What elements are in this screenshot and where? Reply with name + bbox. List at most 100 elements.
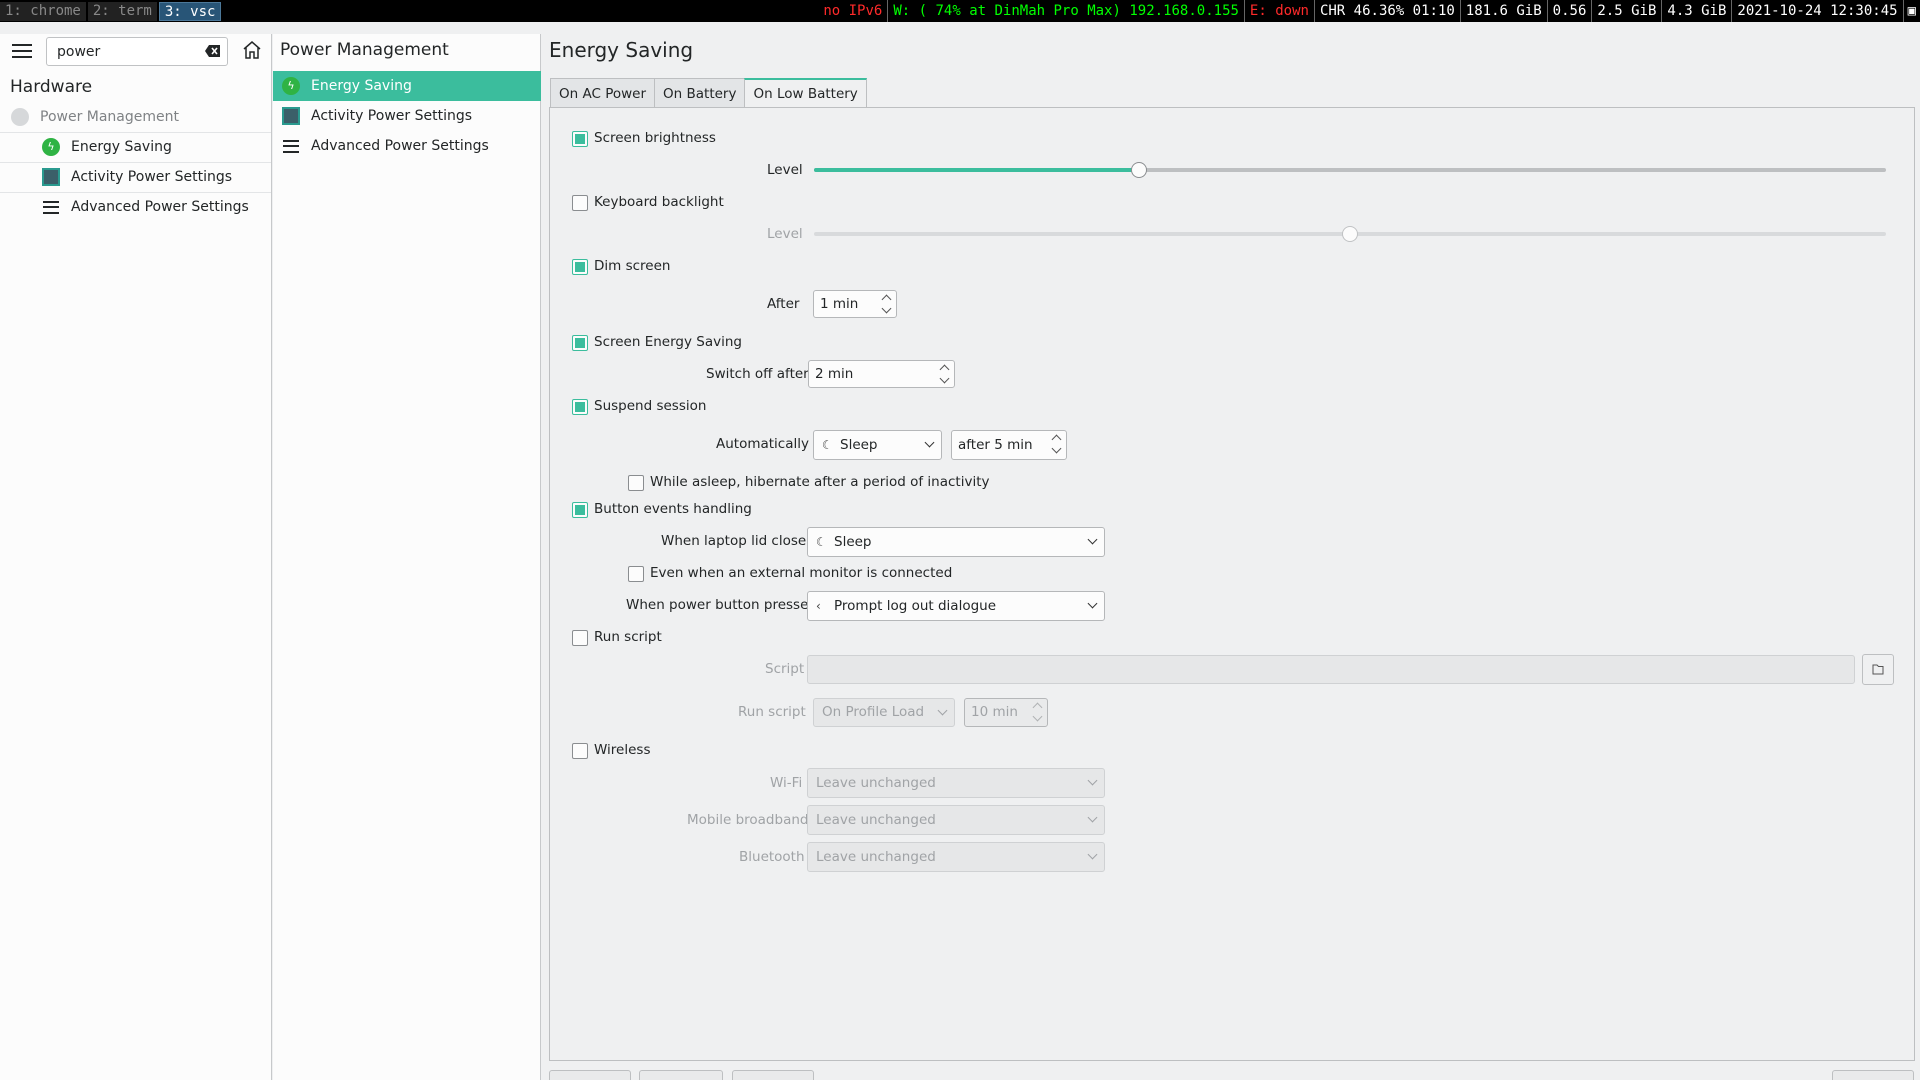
module-item-activity-power[interactable]: Activity Power Settings — [273, 101, 541, 131]
script-path-field[interactable] — [807, 655, 1855, 684]
run-script-label: Run script — [594, 629, 662, 645]
clear-search-icon[interactable] — [204, 43, 222, 59]
sidebar-item-label: Activity Power Settings — [71, 169, 233, 185]
module-item-label: Energy Saving — [311, 78, 412, 94]
status-info: no IPv6 W: ( 74% at DinMah Pro Max) 192.… — [818, 0, 1920, 22]
slider-handle[interactable] — [1131, 162, 1147, 178]
wireless-checkbox[interactable] — [572, 743, 588, 759]
home-icon[interactable] — [240, 38, 264, 62]
apply-button[interactable] — [1832, 1070, 1914, 1080]
keyboard-backlight-slider[interactable] — [814, 226, 1886, 242]
button-events-checkbox[interactable] — [572, 502, 588, 518]
slider-fill — [814, 168, 1139, 172]
spinbox-arrows[interactable] — [882, 294, 892, 314]
tab-battery[interactable]: On Battery — [654, 78, 746, 108]
module-list — [273, 34, 541, 1080]
sidebar-item-energy-saving[interactable]: ϟ Energy Saving — [0, 132, 271, 162]
list-icon — [43, 200, 59, 214]
spinbox-arrows[interactable] — [940, 364, 950, 384]
module-item-advanced-power[interactable]: Advanced Power Settings — [273, 131, 541, 161]
external-monitor-checkbox[interactable] — [628, 566, 644, 582]
status-bar: 1: chrome 2: term 3: vsc no IPv6 W: ( 74… — [0, 0, 1920, 22]
spinbox-arrows[interactable] — [1033, 702, 1043, 722]
workspace-2[interactable]: 2: term — [87, 1, 157, 21]
run-script-when-label: Run script — [738, 704, 806, 720]
power-button-combo[interactable]: ‹ Prompt log out dialogue — [807, 591, 1105, 621]
menu-icon[interactable] — [12, 40, 32, 62]
dim-screen-checkbox[interactable] — [572, 259, 588, 275]
keyboard-level-label: Level — [767, 226, 803, 242]
tab-bar: On AC Power On Battery On Low Battery — [550, 78, 867, 109]
wifi-label: Wi-Fi — [770, 775, 803, 791]
tray-icon[interactable]: ▣ — [1904, 0, 1920, 22]
reset-button[interactable] — [732, 1070, 814, 1080]
power-management-icon — [11, 108, 29, 126]
help-button[interactable] — [549, 1070, 631, 1080]
power-button-label: When power button pressed — [626, 597, 817, 613]
list-icon — [283, 139, 299, 153]
run-script-delay-spinbox[interactable]: 10 min — [964, 698, 1048, 727]
brightness-slider[interactable] — [814, 162, 1886, 178]
dim-after-spinbox[interactable]: 1 min — [813, 290, 897, 318]
keyboard-backlight-checkbox[interactable] — [572, 195, 588, 211]
screen-brightness-label: Screen brightness — [594, 130, 716, 146]
category-power-management[interactable]: Power Management — [0, 102, 271, 132]
sidebar-item-activity-power[interactable]: Activity Power Settings — [0, 162, 271, 192]
combo-value: Leave unchanged — [816, 775, 936, 791]
disk-status: 181.6 GiB — [1461, 0, 1548, 22]
suspend-session-checkbox[interactable] — [572, 399, 588, 415]
energy-saving-icon: ϟ — [42, 138, 60, 156]
wifi-status: W: ( 74% at DinMah Pro Max) 192.168.0.15… — [888, 0, 1245, 22]
spinbox-value: after 5 min — [958, 437, 1033, 453]
sidebar-item-label: Advanced Power Settings — [71, 199, 249, 215]
defaults-button[interactable] — [639, 1070, 723, 1080]
search-input[interactable] — [46, 37, 228, 66]
folder-icon — [1872, 664, 1884, 675]
tab-ac-power[interactable]: On AC Power — [550, 78, 656, 108]
workspace-1[interactable]: 1: chrome — [0, 1, 86, 21]
ipv6-status: no IPv6 — [818, 0, 889, 22]
hibernate-label: While asleep, hibernate after a period o… — [650, 474, 990, 490]
external-monitor-label: Even when an external monitor is connect… — [650, 565, 953, 581]
automatically-label: Automatically — [716, 436, 809, 452]
wifi-combo[interactable]: Leave unchanged — [807, 768, 1105, 798]
mem-free-status: 4.3 GiB — [1662, 0, 1733, 22]
combo-value: Leave unchanged — [816, 812, 936, 828]
workspace-3[interactable]: 3: vsc — [158, 1, 222, 21]
sidebar-item-advanced-power[interactable]: Advanced Power Settings — [0, 192, 271, 222]
chevron-down-icon — [924, 437, 935, 448]
brightness-level-label: Level — [767, 162, 803, 178]
screen-energy-saving-checkbox[interactable] — [572, 335, 588, 351]
chevron-down-icon — [1087, 775, 1098, 786]
keyboard-backlight-label: Keyboard backlight — [594, 194, 724, 210]
activity-power-icon — [282, 107, 300, 125]
tab-low-battery[interactable]: On Low Battery — [744, 78, 867, 109]
spinbox-value: 2 min — [815, 366, 854, 382]
combo-value: Prompt log out dialogue — [834, 598, 997, 614]
screen-brightness-checkbox[interactable] — [572, 131, 588, 147]
module-item-label: Advanced Power Settings — [311, 138, 489, 154]
battery-status: CHR 46.36% 01:10 — [1315, 0, 1461, 22]
spinbox-value: 10 min — [971, 704, 1018, 720]
module-item-energy-saving[interactable]: ϟ Energy Saving — [273, 71, 541, 101]
screen-energy-saving-label: Screen Energy Saving — [594, 334, 742, 350]
hibernate-checkbox[interactable] — [628, 475, 644, 491]
lid-closed-label: When laptop lid closed — [661, 533, 815, 549]
combo-value: On Profile Load — [822, 704, 925, 720]
spinbox-arrows[interactable] — [1052, 434, 1062, 454]
run-script-combo[interactable]: On Profile Load — [813, 698, 955, 727]
run-script-checkbox[interactable] — [572, 630, 588, 646]
energy-saving-icon: ϟ — [282, 77, 300, 95]
slider-handle[interactable] — [1342, 226, 1358, 242]
page-title: Energy Saving — [549, 38, 694, 62]
switch-off-spinbox[interactable]: 2 min — [808, 360, 955, 388]
settings-panel — [549, 107, 1915, 1061]
bluetooth-combo[interactable]: Leave unchanged — [807, 842, 1105, 872]
suspend-action-combo[interactable]: ☾ Sleep — [813, 430, 942, 460]
lid-closed-combo[interactable]: ☾ Sleep — [807, 527, 1105, 557]
chevron-down-icon — [1087, 812, 1098, 823]
mobile-broadband-combo[interactable]: Leave unchanged — [807, 805, 1105, 835]
script-label: Script — [765, 661, 805, 677]
browse-folder-button[interactable] — [1862, 654, 1894, 685]
suspend-after-spinbox[interactable]: after 5 min — [951, 430, 1067, 460]
